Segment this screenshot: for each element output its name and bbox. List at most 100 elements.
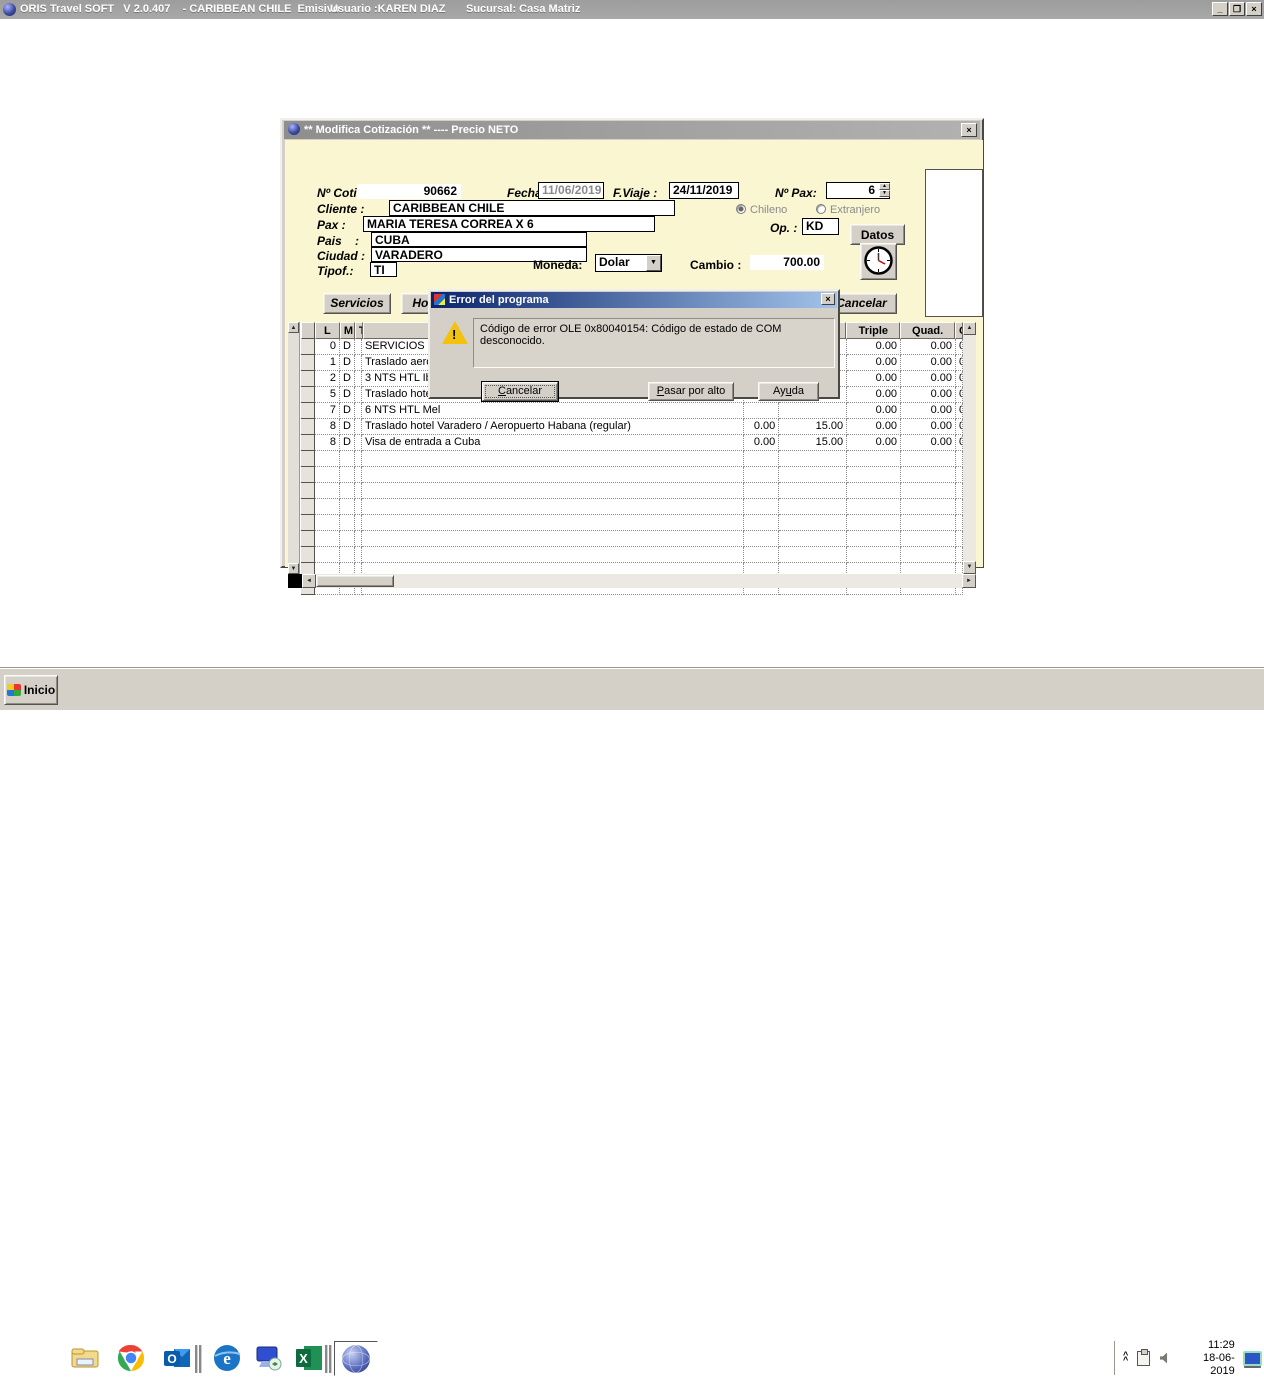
radio-extranjero[interactable]: Extranjero <box>816 204 880 216</box>
grid-cell-quad[interactable] <box>901 515 956 531</box>
grid-cell-sel[interactable] <box>301 531 315 547</box>
grid-cell-m[interactable] <box>340 547 355 563</box>
grid-cell-quad[interactable] <box>901 531 956 547</box>
grid-cell-m[interactable]: D <box>340 403 355 419</box>
grid-cell-t[interactable] <box>355 531 362 547</box>
grid-cell-t[interactable] <box>355 419 362 435</box>
grid-cell-sel[interactable] <box>301 435 315 451</box>
grid-cell-sel[interactable] <box>301 355 315 371</box>
grid-cell-m[interactable]: D <box>340 339 355 355</box>
grid-cell-sel[interactable] <box>301 499 315 515</box>
grid-cell-sel[interactable] <box>301 483 315 499</box>
grid-cell-desc[interactable] <box>362 515 744 531</box>
radio-chileno[interactable]: Chileno <box>736 204 787 216</box>
grid-cell-t[interactable] <box>355 339 362 355</box>
grid-horizontal-scrollbar[interactable]: ◄ ► <box>288 574 976 588</box>
cancel-button[interactable]: Cancelar <box>482 382 558 401</box>
grid-cell-desc[interactable]: 6 NTS HTL Mel <box>362 403 744 419</box>
grid-cell-x[interactable] <box>956 515 963 531</box>
scroll-up-icon[interactable]: ▲ <box>288 322 299 333</box>
grid-cell-m[interactable] <box>340 531 355 547</box>
grid-row[interactable] <box>301 531 963 547</box>
grid-cell-triple[interactable]: 0.00 <box>847 403 901 419</box>
grid-cell-c6[interactable] <box>779 515 847 531</box>
grid-cell-l[interactable]: 8 <box>315 419 340 435</box>
grid-cell-m[interactable]: D <box>340 355 355 371</box>
grid-cell-t[interactable] <box>355 387 362 403</box>
grid-cell-desc[interactable] <box>362 531 744 547</box>
dropdown-arrow-icon[interactable]: ▼ <box>646 255 661 271</box>
error-dialog-close-button[interactable]: × <box>821 293 835 305</box>
grid-cell-x[interactable] <box>956 531 963 547</box>
grid-cell-triple[interactable]: 0.00 <box>847 355 901 371</box>
grid-cell-triple[interactable]: 0.00 <box>847 387 901 403</box>
grid-cell-m[interactable]: D <box>340 387 355 403</box>
grid-cell-l[interactable] <box>315 547 340 563</box>
grid-row[interactable] <box>301 547 963 563</box>
grid-cell-x[interactable]: 0.00 <box>956 435 963 451</box>
grid-cell-triple[interactable] <box>847 547 901 563</box>
grid-row[interactable] <box>301 499 963 515</box>
pax-field[interactable]: MARIA TERESA CORREA X 6 <box>363 216 655 232</box>
grid-row[interactable]: 7D6 NTS HTL Mel0.000.000.00 <box>301 403 963 419</box>
grid-cell-l[interactable]: 0 <box>315 339 340 355</box>
grid-row[interactable] <box>301 467 963 483</box>
grid-cell-l[interactable] <box>315 483 340 499</box>
grid-cell-m[interactable]: D <box>340 435 355 451</box>
grid-vertical-scrollbar[interactable]: ▲ ▼ <box>963 322 976 574</box>
grid-cell-triple[interactable] <box>847 515 901 531</box>
minimize-button[interactable]: _ <box>1212 2 1228 16</box>
grid-cell-t[interactable] <box>355 547 362 563</box>
op-field[interactable]: KD <box>802 218 839 235</box>
grid-cell-c6[interactable] <box>779 451 847 467</box>
grid-cell-quad[interactable]: 0.00 <box>901 355 956 371</box>
clipboard-tray-icon[interactable] <box>1137 1351 1149 1366</box>
grid-cell-l[interactable] <box>315 467 340 483</box>
grid-cell-triple[interactable]: 0.00 <box>847 339 901 355</box>
excel-icon[interactable]: X <box>294 1343 324 1373</box>
grid-cell-quad[interactable] <box>901 451 956 467</box>
grid-cell-desc[interactable] <box>362 547 744 563</box>
grid-cell-quad[interactable] <box>901 499 956 515</box>
fviaje-field[interactable]: 24/11/2019 <box>669 182 739 199</box>
grid-cell-c5[interactable] <box>744 499 779 515</box>
spinner-down-icon[interactable]: ▼ <box>879 190 890 197</box>
grid-cell-t[interactable] <box>355 467 362 483</box>
grid-cell-m[interactable] <box>340 499 355 515</box>
file-explorer-icon[interactable] <box>70 1343 100 1373</box>
grid-cell-sel[interactable] <box>301 371 315 387</box>
grid-row[interactable]: 8DTraslado hotel Varadero / Aeropuerto H… <box>301 419 963 435</box>
grid-cell-t[interactable] <box>355 515 362 531</box>
grid-cell-c6[interactable] <box>779 483 847 499</box>
grid-cell-m[interactable] <box>340 515 355 531</box>
grid-cell-t[interactable] <box>355 451 362 467</box>
grid-cell-desc[interactable]: Visa de entrada a Cuba <box>362 435 744 451</box>
outlook-icon[interactable]: O <box>162 1343 192 1373</box>
grid-cell-l[interactable]: 7 <box>315 403 340 419</box>
grid-cell-c5[interactable] <box>744 467 779 483</box>
ignore-button[interactable]: Pasar por alto <box>648 382 734 401</box>
grid-cell-desc[interactable] <box>362 483 744 499</box>
grid-cell-c6[interactable] <box>779 547 847 563</box>
start-button[interactable]: Inicio <box>4 675 58 705</box>
grid-cell-triple[interactable] <box>847 483 901 499</box>
grid-cell-triple[interactable]: 0.00 <box>847 371 901 387</box>
help-button[interactable]: Ayuda <box>758 382 819 401</box>
grid-cell-c5[interactable]: 0.00 <box>744 419 779 435</box>
grid-cell-c5[interactable] <box>744 451 779 467</box>
datos-button[interactable]: Datos <box>850 224 905 245</box>
grid-cell-m[interactable]: D <box>340 371 355 387</box>
grid-row[interactable]: 8DVisa de entrada a Cuba0.0015.000.000.0… <box>301 435 963 451</box>
grid-cell-m[interactable] <box>340 467 355 483</box>
grid-cell-triple[interactable] <box>847 451 901 467</box>
grid-cell-t[interactable] <box>355 499 362 515</box>
internet-explorer-icon[interactable]: e <box>212 1343 242 1373</box>
scroll-right-icon[interactable]: ► <box>962 574 976 588</box>
oris-app-task-button[interactable] <box>334 1341 378 1376</box>
grid-cell-sel[interactable] <box>301 339 315 355</box>
grid-cell-sel[interactable] <box>301 387 315 403</box>
volume-icon[interactable] <box>1160 1353 1170 1364</box>
clock-button[interactable] <box>860 243 897 280</box>
grid-cell-l[interactable]: 5 <box>315 387 340 403</box>
grid-cell-t[interactable] <box>355 355 362 371</box>
